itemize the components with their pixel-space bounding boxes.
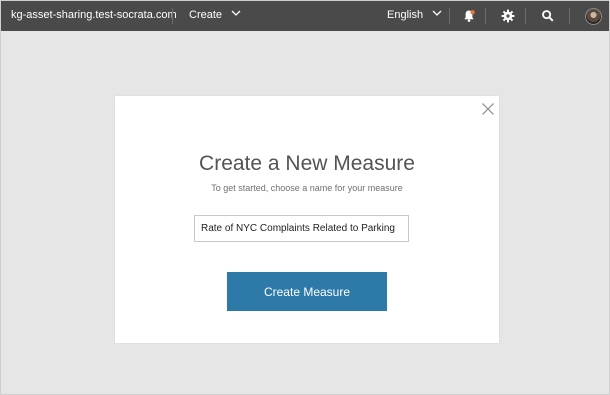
language-label: English (387, 9, 424, 21)
app-frame: kg-asset-sharing.test-socrata.com Create… (0, 0, 610, 395)
notifications-button[interactable] (460, 7, 478, 25)
nav-divider (525, 8, 526, 24)
nav-divider (172, 8, 173, 24)
create-menu-dropdown[interactable]: Create (189, 9, 241, 21)
create-measure-modal: Create a New Measure To get started, cho… (115, 96, 499, 343)
search-icon (542, 10, 554, 22)
create-menu-label: Create (189, 9, 223, 21)
create-measure-button[interactable]: Create Measure (227, 272, 387, 311)
top-navigation-bar: kg-asset-sharing.test-socrata.com Create… (1, 1, 609, 31)
site-name-link[interactable]: kg-asset-sharing.test-socrata.com (11, 9, 177, 21)
nav-divider (569, 8, 570, 24)
nav-divider (485, 8, 486, 24)
chevron-down-icon (231, 10, 241, 17)
notification-bell-icon (464, 10, 475, 22)
search-button[interactable] (539, 7, 557, 25)
measure-name-input[interactable] (194, 215, 409, 242)
close-button[interactable] (481, 102, 495, 116)
nav-divider (449, 8, 450, 24)
modal-title: Create a New Measure (199, 152, 415, 175)
chevron-down-icon (432, 10, 442, 17)
modal-subtitle: To get started, choose a name for your m… (211, 183, 403, 193)
settings-button[interactable] (499, 7, 517, 25)
avatar[interactable] (585, 8, 602, 25)
gear-icon (501, 9, 515, 23)
close-icon (482, 103, 494, 115)
language-dropdown[interactable]: English (387, 9, 442, 21)
